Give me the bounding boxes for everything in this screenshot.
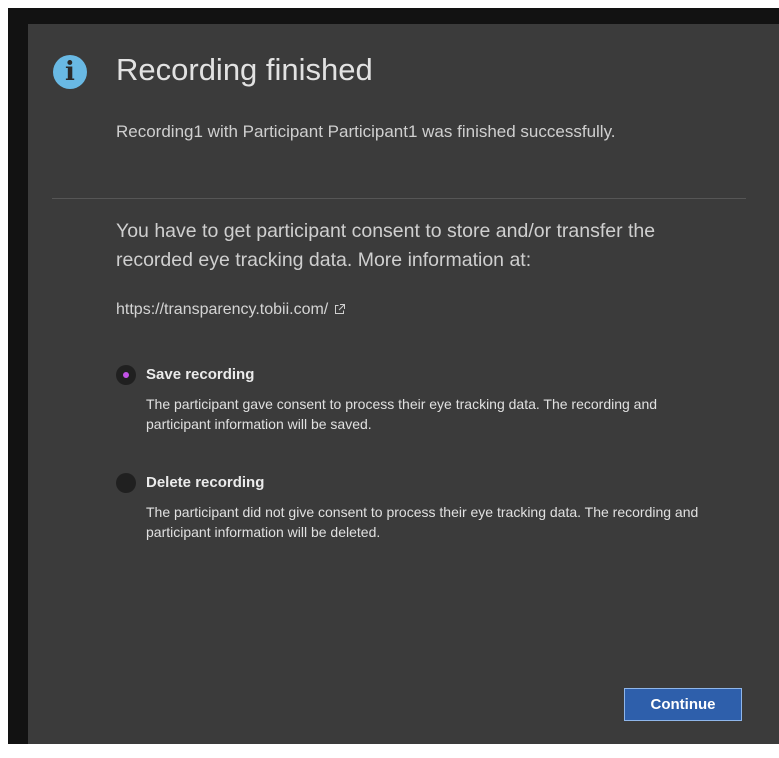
info-icon: i — [53, 55, 87, 89]
delete-recording-description: The participant did not give consent to … — [146, 504, 699, 540]
save-recording-radio[interactable] — [116, 365, 136, 385]
save-recording-label[interactable]: Save recording — [146, 366, 254, 383]
recording-summary-text: Recording1 with Participant Participant1… — [116, 122, 616, 141]
continue-button[interactable]: Continue — [624, 688, 742, 721]
transparency-link[interactable]: https://transparency.tobii.com/ — [116, 301, 346, 319]
delete-recording-radio[interactable] — [116, 473, 136, 493]
external-link-icon[interactable] — [334, 304, 346, 315]
recording-finished-dialog: i Recording finished Recording1 with Par… — [28, 24, 779, 744]
dialog-title: Recording finished — [116, 52, 373, 87]
divider — [52, 198, 746, 199]
delete-recording-label[interactable]: Delete recording — [146, 474, 264, 491]
save-recording-description: The participant gave consent to process … — [146, 396, 658, 432]
transparency-link-text[interactable]: https://transparency.tobii.com/ — [116, 301, 328, 318]
consent-info-text: You have to get participant consent to s… — [116, 220, 656, 271]
